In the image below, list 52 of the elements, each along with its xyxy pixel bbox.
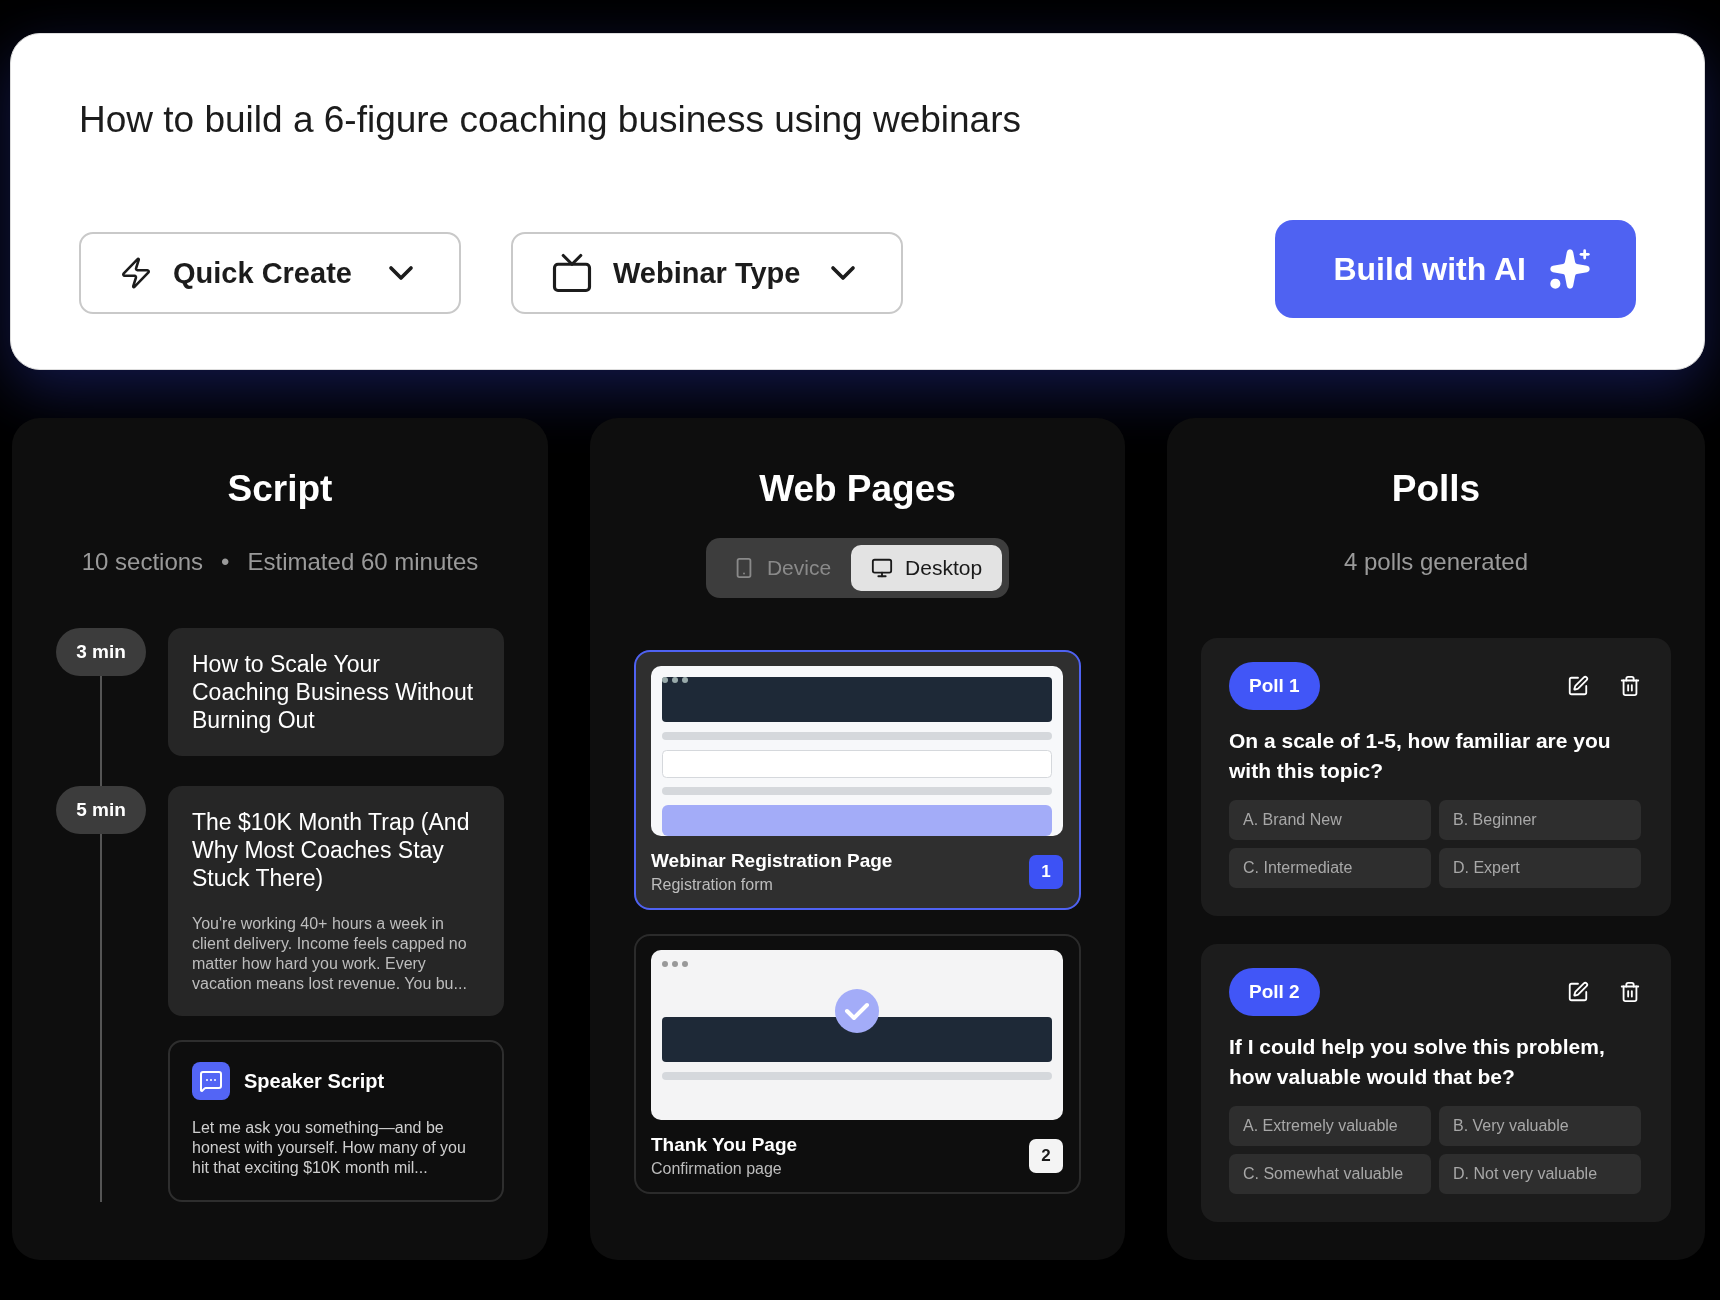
- page-number: 1: [1029, 855, 1063, 889]
- view-toggle-option[interactable]: Desktop: [851, 545, 1003, 591]
- tv-icon: [551, 252, 593, 295]
- poll-option[interactable]: D. Not very valuable: [1439, 1154, 1641, 1194]
- poll-option[interactable]: B. Very valuable: [1439, 1106, 1641, 1146]
- panel-title: Web Pages: [759, 468, 956, 510]
- build-button[interactable]: Build with AI: [1275, 220, 1636, 319]
- section-card[interactable]: [168, 786, 504, 1016]
- page-subtitle: Confirmation page: [651, 1160, 783, 1178]
- trash-icon[interactable]: [1619, 981, 1641, 1003]
- speaker-script-card[interactable]: Speaker Script Let me ask you something—and be honest with yourself. How many of you hit that exciting $10K month mil...: [168, 1040, 504, 1202]
- sparkles-icon: [1548, 247, 1592, 292]
- poll-option[interactable]: C. Somewhat valuable: [1229, 1154, 1431, 1194]
- trash-icon[interactable]: [1619, 675, 1641, 697]
- poll-label: Poll 2: [1229, 968, 1320, 1016]
- duration-pill: 5 min: [56, 786, 146, 834]
- page-number: 2: [1029, 1139, 1063, 1173]
- dropdown-button[interactable]: Quick Create: [79, 232, 461, 315]
- poll-option[interactable]: C. Intermediate: [1229, 848, 1431, 888]
- duration-pill: 3 min: [56, 628, 146, 676]
- page-subtitle: Registration form: [651, 876, 774, 894]
- section-title: The $10K Month Trap (And Why Most Coaches Stay Stuck There): [192, 808, 471, 892]
- edit-icon[interactable]: [1567, 981, 1589, 1003]
- chat-bubble-icon: [192, 1062, 230, 1100]
- speaker-script-text: Let me ask you something—and be honest with yourself. How many of you hit that exciting $10K month mil...: [192, 1118, 467, 1178]
- polls-summary: 4 polls generated: [1343, 548, 1529, 576]
- edit-icon[interactable]: [1567, 675, 1589, 697]
- section-title: How to Scale Your Coaching Business Without Burning Out: [192, 650, 475, 734]
- page-card[interactable]: Thank You Page Confirmation page 2: [634, 934, 1081, 1194]
- panel-title: Script: [227, 468, 333, 510]
- monitor-icon: [871, 557, 894, 579]
- separator-dot: •: [221, 548, 230, 576]
- panel-title: Polls: [1391, 468, 1481, 510]
- section-excerpt: You're working 40+ hours a week in client delivery. Income feels capped no matter how hard you work. Every vacation means lost revenue. You bu...: [192, 914, 468, 994]
- section-card[interactable]: How to Scale Your Coaching Business Without Burning Out: [168, 628, 504, 756]
- poll-question: On a scale of 1-5, how familiar are you with this topic?: [1229, 728, 1612, 784]
- dropdown-button[interactable]: Webinar Type: [511, 232, 903, 315]
- poll-label: Poll 1: [1229, 662, 1320, 710]
- poll-option[interactable]: D. Expert: [1439, 848, 1641, 888]
- prompt-text: How to build a 6-figure coaching business using webinars: [79, 98, 1022, 142]
- page-title: Thank You Page: [651, 1134, 798, 1156]
- page-title: Webinar Registration Page: [651, 850, 893, 872]
- poll-option[interactable]: A. Brand New: [1229, 800, 1431, 840]
- poll-option[interactable]: B. Beginner: [1439, 800, 1641, 840]
- page-card[interactable]: Webinar Registration Page Registration form 1: [634, 650, 1081, 910]
- view-toggle-option[interactable]: Device: [712, 545, 852, 591]
- poll-question: If I could help you solve this problem, how valuable would that be?: [1229, 1034, 1606, 1090]
- speaker-script-title: Speaker Script: [244, 1069, 385, 1093]
- section-count: 10 sections: [81, 548, 204, 576]
- poll-option[interactable]: A. Extremely valuable: [1229, 1106, 1431, 1146]
- lightning-icon: [119, 256, 153, 291]
- duration-estimate: Estimated 60 minutes: [247, 548, 479, 576]
